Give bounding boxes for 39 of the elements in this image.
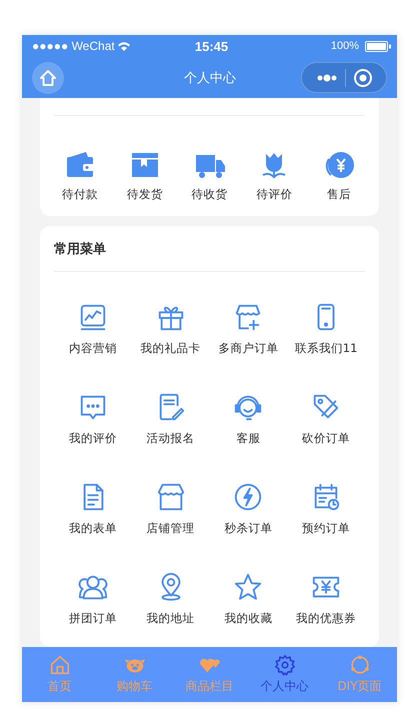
wifi-icon <box>118 42 130 50</box>
order-status-item[interactable]: 售后 <box>313 149 365 202</box>
menu-item[interactable]: 砍价订单 <box>287 392 365 446</box>
star-icon <box>233 572 264 602</box>
order-status-item[interactable]: 待评价 <box>248 149 300 202</box>
menu-item[interactable]: 我的表单 <box>54 482 132 536</box>
close-target-icon[interactable] <box>352 68 372 88</box>
order-status-item[interactable]: 待付款 <box>54 149 106 202</box>
settings-icon <box>274 654 296 676</box>
menu-item[interactable]: 联系我们11 <box>287 302 365 356</box>
home-icon <box>39 68 57 86</box>
menu-item[interactable]: 内容营销 <box>54 302 132 356</box>
shop-icon <box>156 482 186 512</box>
section-title: 常用菜单 <box>54 241 107 259</box>
menu-item[interactable]: 多商户订单 <box>210 302 288 356</box>
menu-item[interactable]: 拼团订单 <box>54 572 132 626</box>
circle-dots-icon <box>348 654 370 676</box>
page-title: 个人中心 <box>184 70 236 86</box>
menu-item[interactable]: 我的优惠券 <box>287 572 365 626</box>
battery-icon <box>365 40 391 52</box>
yen-coin-icon <box>323 149 355 181</box>
menu-item[interactable]: 我的评价 <box>54 392 132 446</box>
order-status-item[interactable]: 待收货 <box>184 149 236 202</box>
order-status-item[interactable]: 待发货 <box>118 149 171 202</box>
menu-item[interactable]: 活动报名 <box>132 392 210 446</box>
menu-item[interactable]: 店铺管理 <box>132 482 210 536</box>
more-icon[interactable] <box>316 74 338 82</box>
status-time: 15:45 <box>194 38 228 54</box>
menu-item[interactable]: 我的收藏 <box>210 572 288 626</box>
menu-item[interactable]: 预约订单 <box>287 482 365 536</box>
battery-percent: 100% <box>330 40 359 52</box>
home-icon <box>48 654 70 676</box>
menu-item[interactable]: 我的礼品卡 <box>132 302 210 356</box>
menu-item[interactable]: 秒杀订单 <box>210 482 288 536</box>
carrier-label: ●●●●● WeChat <box>32 39 115 53</box>
menu-item[interactable]: 我的地址 <box>132 572 210 626</box>
home-button[interactable] <box>32 62 64 94</box>
lightning-icon <box>233 482 264 512</box>
menu-item[interactable]: 客服 <box>210 392 288 446</box>
